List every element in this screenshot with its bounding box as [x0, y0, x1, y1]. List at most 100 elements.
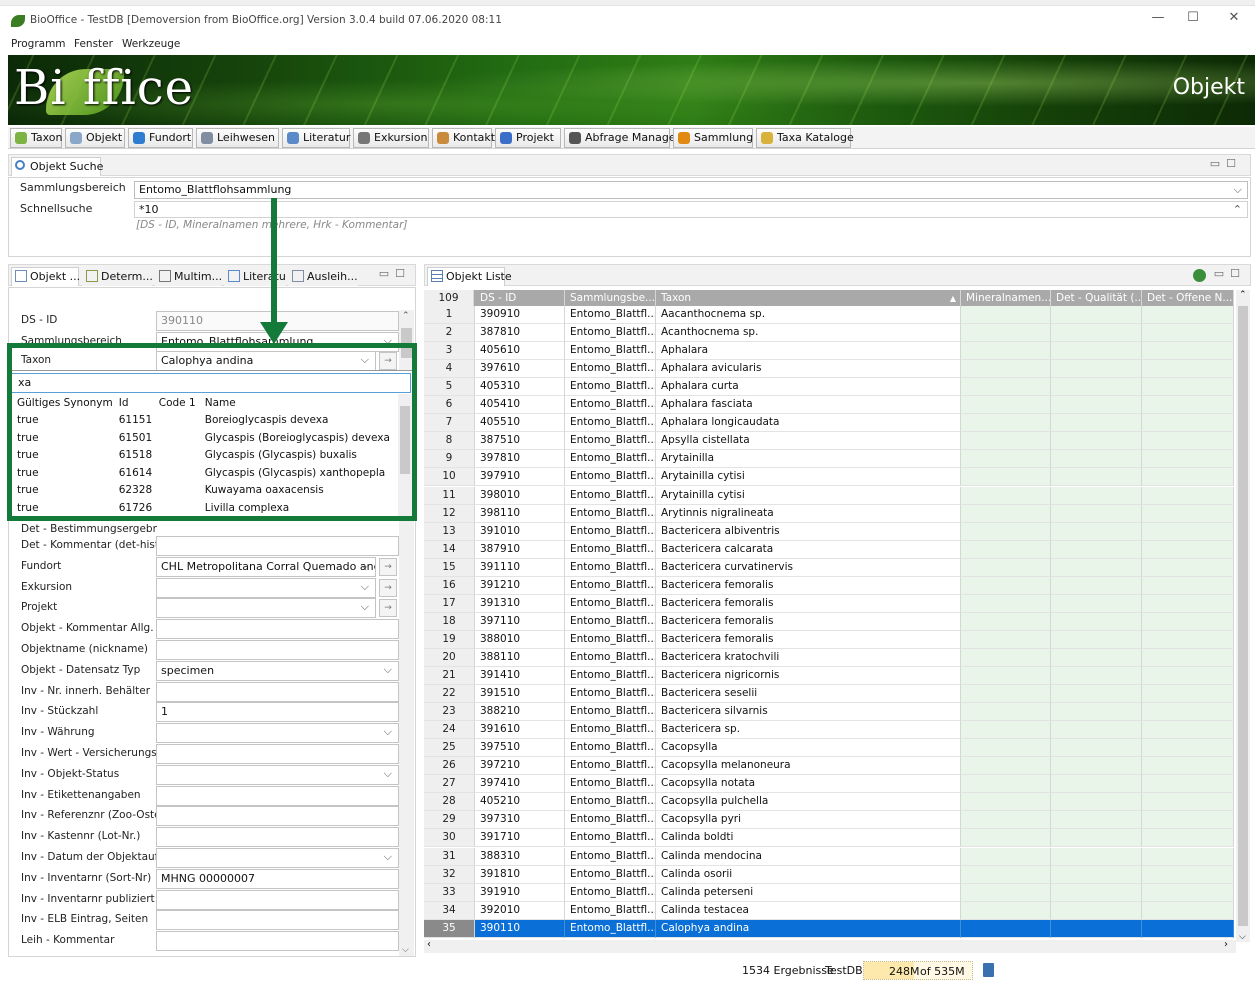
field-input[interactable]: [156, 640, 399, 660]
menu-programm[interactable]: Programm: [11, 38, 66, 50]
list-row[interactable]: 24 391610 Entomo_Blattfl... Bactericera sp.: [424, 721, 1234, 740]
toolbar-abfrage-manager-button[interactable]: Abfrage Manager: [564, 128, 680, 148]
field-input[interactable]: [156, 785, 399, 806]
scroll-thumb[interactable]: [401, 328, 412, 358]
tab-objekt-suche[interactable]: Objekt Suche: [11, 157, 103, 176]
panel-minmax-icon[interactable]: ▭☐: [1210, 157, 1242, 170]
field-input[interactable]: [156, 931, 399, 952]
list-row[interactable]: 6 405410 Entomo_Blattfl... Aphalara fasciat…: [424, 396, 1234, 415]
list-row[interactable]: 3 405610 Entomo_Blattfl... Aphalara: [424, 342, 1234, 361]
field-input[interactable]: [156, 806, 399, 827]
col-gueltiges-synonym[interactable]: Gültiges Synonym: [11, 394, 113, 412]
list-row[interactable]: 12 398110 Entomo_Blattfl... Arytinnis nigra…: [424, 504, 1234, 523]
taxon-result-row[interactable]: true 62328 Kuwayama oaxacensis: [11, 482, 395, 500]
taxon-result-row[interactable]: true 61726 Livilla complexa: [11, 499, 395, 517]
list-row[interactable]: 20 388110 Entomo_Blattfl... Bactericera kra…: [424, 648, 1234, 667]
taxon-result-row[interactable]: true 61151 Boreioglycaspis devexa: [11, 412, 395, 430]
list-row[interactable]: 21 391410 Entomo_Blattfl... Bactericera nig…: [424, 667, 1234, 685]
field-input[interactable]: [156, 827, 399, 848]
tab-detail-4[interactable]: Ausleih...: [288, 267, 358, 286]
schnellsuche-input[interactable]: *10 ⌃: [134, 201, 1248, 218]
list-row[interactable]: 34 392010 Entomo_Blattfl... Calinda testace…: [424, 901, 1234, 920]
field-input[interactable]: [156, 681, 399, 702]
scroll-up-icon[interactable]: ⌃: [402, 311, 410, 321]
list-row[interactable]: 25 397510 Entomo_Blattfl... Cacopsylla: [424, 739, 1234, 758]
scroll-down-icon[interactable]: ⌵: [1239, 932, 1246, 942]
list-row[interactable]: 10 397910 Entomo_Blattfl... Arytainilla cyt…: [424, 468, 1234, 487]
toolbar-taxon-button[interactable]: Taxon: [10, 128, 63, 148]
field-input[interactable]: specimen: [156, 660, 399, 681]
list-row[interactable]: 13 391010 Entomo_Blattfl... Bactericera alb…: [424, 522, 1234, 541]
field-input[interactable]: [156, 744, 399, 764]
toolbar-exkursion-button[interactable]: Exkursion: [353, 128, 429, 148]
goto-icon[interactable]: →: [379, 599, 397, 618]
list-row[interactable]: 26 397210 Entomo_Blattfl... Cacopsylla mela…: [424, 757, 1234, 776]
list-row[interactable]: 4 397610 Entomo_Blattfl... Aphalara avicula…: [424, 360, 1234, 379]
taxon-select[interactable]: Calophya andina: [156, 351, 376, 371]
field-input[interactable]: [156, 723, 399, 744]
list-row[interactable]: 31 388310 Entomo_Blattfl... Calinda mendoci…: [424, 847, 1234, 866]
toolbar-leihwesen-button[interactable]: Leihwesen: [196, 128, 279, 148]
scroll-down-icon[interactable]: ⌵: [402, 945, 409, 955]
list-row[interactable]: 28 405210 Entomo_Blattfl... Cacopsylla pulc…: [424, 793, 1234, 812]
col-id[interactable]: Id: [113, 394, 153, 412]
goto-icon[interactable]: →: [379, 578, 397, 597]
list-row[interactable]: 8 387510 Entomo_Blattfl... Apsylla cistella…: [424, 432, 1234, 451]
tab-detail-0[interactable]: Objekt ...: [11, 267, 80, 286]
list-row[interactable]: 15 391110 Entomo_Blattfl... Bactericera cur…: [424, 558, 1234, 577]
list-row[interactable]: 35 390110 Entomo_Blattfl... Calophya andina: [424, 919, 1234, 938]
list-row[interactable]: 9 397810 Entomo_Blattfl... Arytainilla: [424, 450, 1234, 469]
field-input[interactable]: MHNG 00000007: [156, 868, 399, 889]
minimize-icon[interactable]: —: [1148, 10, 1168, 25]
sammlungsbereich-select[interactable]: Entomo_Blattflohsammlung ⌵: [134, 181, 1248, 199]
taxon-filter-input[interactable]: xa: [11, 373, 411, 393]
panel-minmax-icon[interactable]: ▭☐: [379, 267, 411, 280]
panel-minmax-icon[interactable]: ▭☐: [1214, 267, 1246, 280]
chevron-up-icon[interactable]: ⌃: [1233, 202, 1242, 217]
col-name[interactable]: Name: [199, 394, 395, 412]
list-row[interactable]: 16 391210 Entomo_Blattfl... Bactericera fem…: [424, 576, 1234, 595]
toolbar-objekt-button[interactable]: Objekt: [65, 128, 125, 148]
field-input[interactable]: [156, 764, 399, 785]
menu-fenster[interactable]: Fenster: [74, 38, 113, 50]
maximize-icon[interactable]: ☐: [1183, 10, 1203, 25]
taxon-result-row[interactable]: true 61614 Glycaspis (Glycaspis) xanthopep…: [11, 464, 395, 482]
goto-icon[interactable]: →: [379, 557, 397, 576]
list-row[interactable]: 11 398010 Entomo_Blattfl... Arytainilla cyt…: [424, 486, 1234, 505]
field-input[interactable]: [156, 619, 399, 640]
field-input[interactable]: [156, 536, 399, 556]
field-input[interactable]: [156, 848, 399, 868]
list-row[interactable]: 23 388210 Entomo_Blattfl... Bactericera sil…: [424, 703, 1234, 722]
field-input[interactable]: [156, 577, 376, 598]
popup-scroll-thumb[interactable]: [400, 406, 410, 474]
col-code1[interactable]: Code 1: [153, 394, 199, 412]
scroll-left-icon[interactable]: ‹: [427, 939, 431, 950]
close-icon[interactable]: ✕: [1224, 10, 1244, 25]
list-row[interactable]: 2 387810 Entomo_Blattfl... Acanthocnema sp.: [424, 324, 1234, 343]
tab-objekt-liste[interactable]: Objekt Liste: [427, 267, 512, 286]
trash-icon[interactable]: [983, 963, 994, 977]
list-row[interactable]: 32 391810 Entomo_Blattfl... Calinda osorii: [424, 865, 1234, 884]
field-input[interactable]: [156, 889, 399, 910]
taxon-result-row[interactable]: true 61501 Glycaspis (Boreioglycaspis) dev…: [11, 429, 395, 447]
field-input[interactable]: [156, 598, 376, 619]
list-row[interactable]: 29 397310 Entomo_Blattfl... Cacopsylla pyri: [424, 811, 1234, 830]
scroll-right-icon[interactable]: ›: [1224, 939, 1228, 950]
tab-detail-2[interactable]: Multim...: [155, 267, 222, 286]
list-row[interactable]: 30 391710 Entomo_Blattfl... Calinda boldti: [424, 829, 1234, 848]
toolbar-literatur-button[interactable]: Literatur: [282, 128, 350, 148]
taxon-goto-icon[interactable]: →: [379, 352, 397, 370]
list-row[interactable]: 7 405510 Entomo_Blattfl... Aphalara longica…: [424, 414, 1234, 433]
popup-scrollbar[interactable]: [398, 394, 412, 519]
toolbar-taxa-kataloge-button[interactable]: Taxa Kataloge: [756, 128, 854, 148]
list-row[interactable]: 5 405310 Entomo_Blattfl... Aphalara curta: [424, 378, 1234, 397]
list-row[interactable]: 14 387910 Entomo_Blattfl... Bactericera cal…: [424, 540, 1234, 559]
toolbar-projekt-button[interactable]: Projekt: [495, 128, 561, 148]
field-input[interactable]: CHL Metropolitana Corral Quemado and: [156, 556, 376, 577]
list-scroll-thumb[interactable]: [1238, 306, 1248, 926]
list-row[interactable]: 18 397110 Entomo_Blattfl... Bactericera fem…: [424, 612, 1234, 631]
list-row[interactable]: 33 391910 Entomo_Blattfl... Calinda peterse…: [424, 883, 1234, 902]
tab-detail-1[interactable]: Determ...: [82, 267, 153, 286]
toolbar-fundort-button[interactable]: Fundort: [128, 128, 193, 148]
list-row[interactable]: 1 390910 Entomo_Blattfl... Aacanthocnema sp…: [424, 306, 1234, 324]
